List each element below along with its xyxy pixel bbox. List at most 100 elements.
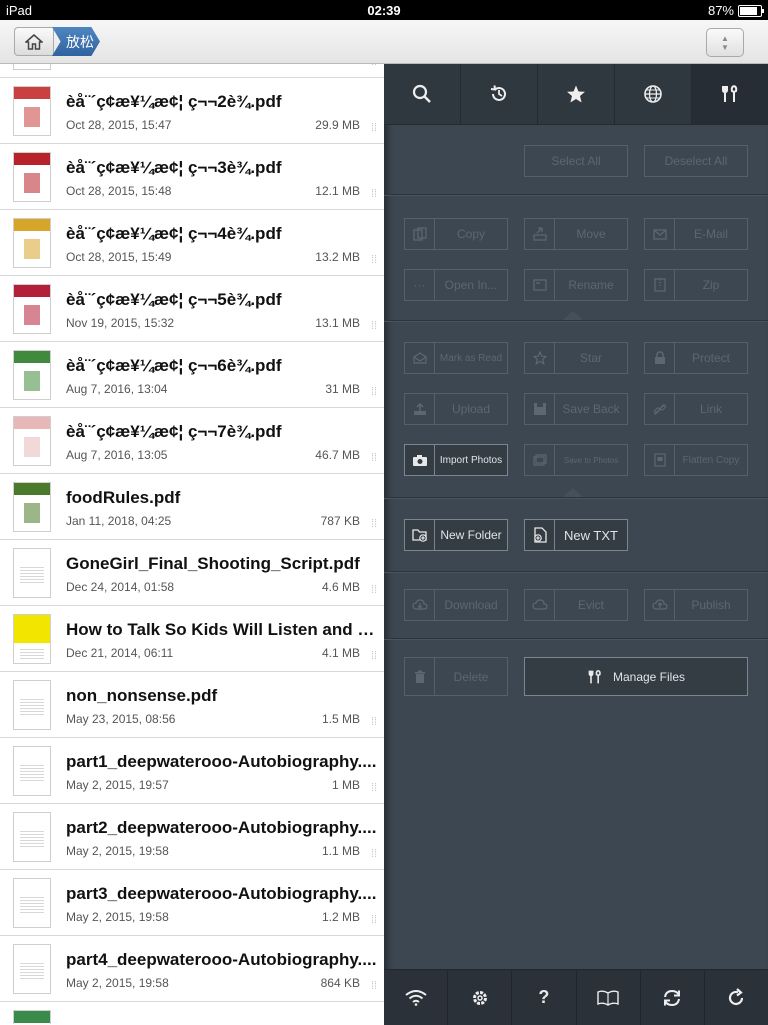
drag-handle-icon[interactable]: ⁞⁞ <box>367 518 381 532</box>
sort-button[interactable]: ▲ ▼ <box>706 28 744 57</box>
drag-handle-icon[interactable]: ⁞⁞ <box>367 320 381 334</box>
cloud-upload-icon <box>645 590 675 620</box>
file-row[interactable]: èå¨´ç¢æ¥¼æ¢¦ ç¬¬2è¾.pdf Oct 28, 2015, 15:… <box>0 78 384 144</box>
upload-button[interactable]: Upload <box>404 393 508 425</box>
file-row[interactable]: ⁞⁞ <box>0 64 384 78</box>
manage-files-button[interactable]: Manage Files <box>524 657 748 696</box>
evict-button[interactable]: Evict <box>524 589 628 621</box>
save-back-button[interactable]: Save Back <box>524 393 628 425</box>
trash-icon <box>405 658 435 695</box>
cloud-icon <box>525 590 555 620</box>
drag-handle-icon[interactable]: ⁞⁞ <box>367 650 381 664</box>
open-mail-icon <box>405 343 435 373</box>
flatten-copy-button[interactable]: Flatten Copy <box>644 444 748 476</box>
file-size: 4.6 MB <box>321 580 360 594</box>
copy-button[interactable]: Copy <box>404 218 508 250</box>
breadcrumb-home[interactable] <box>14 27 54 56</box>
save-to-photos-button[interactable]: Save to Photos <box>524 444 628 476</box>
file-row[interactable]: part3_deepwaterooo-Autobiography.... May … <box>0 870 384 936</box>
file-date: May 2, 2015, 19:57 <box>66 778 169 792</box>
drag-handle-icon[interactable]: ⁞⁞ <box>367 122 381 136</box>
file-row[interactable]: part1_deepwaterooo-Autobiography.... May … <box>0 738 384 804</box>
file-row[interactable]: ⁞⁞ <box>0 1002 384 1024</box>
file-size: 31 MB <box>325 382 360 396</box>
new-folder-button[interactable]: New Folder <box>404 519 508 551</box>
deselect-all-button[interactable]: Deselect All <box>644 145 748 177</box>
file-thumbnail <box>13 878 51 928</box>
file-size: 46.7 MB <box>315 448 360 462</box>
drag-handle-icon[interactable]: ⁞⁞ <box>367 782 381 796</box>
file-thumbnail <box>13 614 51 664</box>
help-button[interactable]: ? <box>512 970 577 1025</box>
email-button[interactable]: E-Mail <box>644 218 748 250</box>
refresh-button[interactable] <box>705 970 768 1025</box>
file-name: èå¨´ç¢æ¥¼æ¢¦ ç¬¬7è¾.pdf <box>66 422 282 441</box>
file-name: part2_deepwaterooo-Autobiography.... <box>66 818 377 837</box>
breadcrumb-current-folder[interactable]: 放松 <box>52 27 100 56</box>
file-row[interactable]: foodRules.pdf Jan 11, 2018, 04:25 787 KB ⁞⁞ <box>0 474 384 540</box>
bottom-toolbar: ? <box>384 969 768 1025</box>
protect-button[interactable]: Protect <box>644 342 748 374</box>
new-txt-button[interactable]: New TXT <box>524 519 628 551</box>
drag-handle-icon[interactable]: ⁞⁞ <box>367 254 381 268</box>
file-thumbnail <box>13 482 51 532</box>
sync-button[interactable] <box>641 970 705 1025</box>
drag-handle-icon[interactable]: ⁞⁞ <box>367 452 381 466</box>
file-row[interactable]: èå¨´ç¢æ¥¼æ¢¦ ç¬¬4è¾.pdf Oct 28, 2015, 15:… <box>0 210 384 276</box>
tab-search[interactable] <box>384 64 461 124</box>
drag-handle-icon[interactable]: ⁞⁞ <box>367 64 381 70</box>
tab-recent[interactable] <box>461 64 538 124</box>
tools-icon <box>587 669 603 685</box>
photos-icon <box>525 445 555 475</box>
drag-handle-icon[interactable]: ⁞⁞ <box>367 386 381 400</box>
star-outline-icon <box>525 343 555 373</box>
file-list[interactable]: ⁞⁞ èå¨´ç¢æ¥¼æ¢¦ ç¬¬2è¾.pdf Oct 28, 2015, 1… <box>0 64 384 1024</box>
tab-favorites[interactable] <box>538 64 615 124</box>
delete-button[interactable]: Delete <box>404 657 508 696</box>
save-icon <box>525 394 555 424</box>
tab-tools[interactable] <box>692 64 768 124</box>
drag-handle-icon[interactable]: ⁞⁞ <box>367 980 381 994</box>
file-row[interactable]: non_nonsense.pdf May 23, 2015, 08:56 1.5 M… <box>0 672 384 738</box>
download-button[interactable]: Download <box>404 589 508 621</box>
star-button[interactable]: Star <box>524 342 628 374</box>
link-button[interactable]: Link <box>644 393 748 425</box>
file-name: èå¨´ç¢æ¥¼æ¢¦ ç¬¬5è¾.pdf <box>66 290 282 309</box>
drag-handle-icon[interactable]: ⁞⁞ <box>367 188 381 202</box>
import-photos-button[interactable]: Import Photos <box>404 444 508 476</box>
wifi-button[interactable] <box>384 970 449 1025</box>
settings-button[interactable] <box>448 970 513 1025</box>
clock: 02:39 <box>367 3 401 18</box>
battery-icon <box>738 4 764 17</box>
reader-button[interactable] <box>577 970 641 1025</box>
navigation-bar: 放松 ▲ ▼ <box>0 20 768 64</box>
drag-handle-icon[interactable]: ⁞⁞ <box>367 584 381 598</box>
file-thumbnail <box>13 86 51 136</box>
file-row[interactable]: èå¨´ç¢æ¥¼æ¢¦ ç¬¬5è¾.pdf Nov 19, 2015, 15:… <box>0 276 384 342</box>
file-row[interactable]: èå¨´ç¢æ¥¼æ¢¦ ç¬¬6è¾.pdf Aug 7, 2016, 13:0… <box>0 342 384 408</box>
file-row[interactable]: èå¨´ç¢æ¥¼æ¢¦ ç¬¬7è¾.pdf Aug 7, 2016, 13:0… <box>0 408 384 474</box>
drag-handle-icon[interactable]: ⁞⁞ <box>367 914 381 928</box>
file-date: May 23, 2015, 08:56 <box>66 712 176 726</box>
move-button[interactable]: Move <box>524 218 628 250</box>
open-in-button[interactable]: ··· Open In... <box>404 269 508 301</box>
select-all-button[interactable]: Select All <box>524 145 628 177</box>
file-row[interactable]: How to Talk So Kids Will Listen and Li..… <box>0 606 384 672</box>
publish-button[interactable]: Publish <box>644 589 748 621</box>
zip-button[interactable]: Zip <box>644 269 748 301</box>
drag-handle-icon[interactable]: ⁞⁞ <box>367 848 381 862</box>
file-row[interactable]: part4_deepwaterooo-Autobiography.... May … <box>0 936 384 1002</box>
file-row[interactable]: èå¨´ç¢æ¥¼æ¢¦ ç¬¬3è¾.pdf Oct 28, 2015, 15:… <box>0 144 384 210</box>
lock-icon <box>645 343 675 373</box>
drag-handle-icon[interactable]: ⁞⁞ <box>367 716 381 730</box>
divider <box>384 320 768 322</box>
tab-network[interactable] <box>615 64 692 124</box>
file-date: Oct 28, 2015, 15:47 <box>66 118 172 132</box>
file-thumbnail <box>13 284 51 334</box>
cloud-download-icon <box>405 590 435 620</box>
mark-as-read-button[interactable]: Mark as Read <box>404 342 508 374</box>
file-row[interactable]: GoneGirl_Final_Shooting_Script.pdf Dec 24… <box>0 540 384 606</box>
file-row[interactable]: part2_deepwaterooo-Autobiography.... May … <box>0 804 384 870</box>
battery-indicator: 87% <box>708 3 764 18</box>
rename-button[interactable]: Rename <box>524 269 628 301</box>
